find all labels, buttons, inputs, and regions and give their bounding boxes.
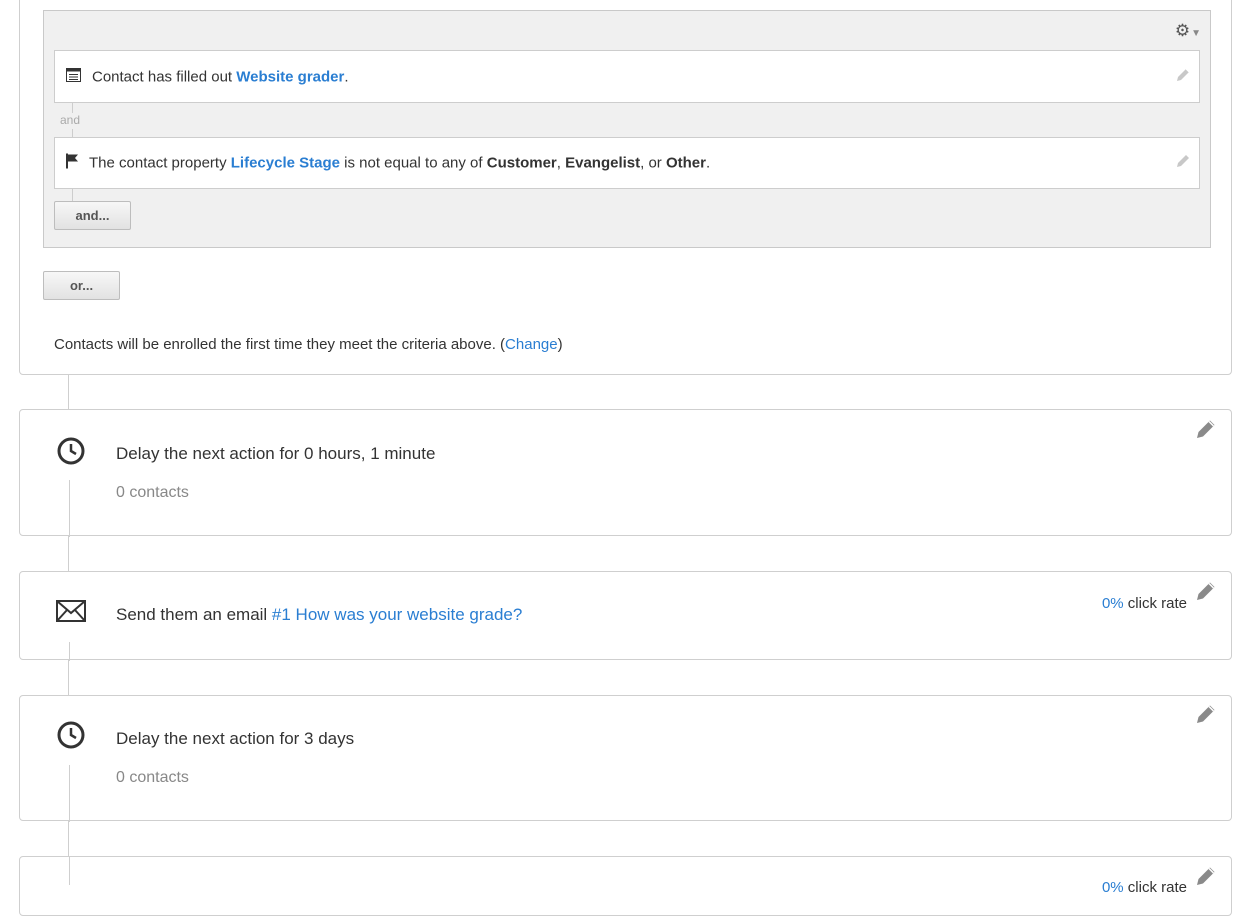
criteria-form-submission: Contact has filled out Website grader. [54,50,1200,103]
workflow-step-email[interactable]: 0% click rate [19,856,1232,916]
flag-icon [66,153,79,173]
step-description: Delay the next action for 0 hours, 1 min… [116,444,436,463]
step-contact-count: 0 contacts [116,769,189,786]
edit-pencil-icon[interactable] [1195,418,1217,445]
workflow-step-email[interactable]: Send them an email #1 How was your websi… [19,571,1232,661]
clock-icon [56,720,86,755]
edit-pencil-icon[interactable] [1175,153,1191,173]
change-enrollment-link[interactable]: Change [505,336,558,353]
connector-line [68,375,69,410]
connector-line [68,660,69,695]
criteria-text: The contact property Lifecycle Stage is … [89,154,711,172]
connector-line [69,765,70,822]
envelope-icon [56,600,86,627]
step-contact-count: 0 contacts [116,484,189,501]
property-value: Other [665,154,706,172]
add-or-criteria-button[interactable]: or... [43,271,120,300]
click-rate-value[interactable]: 0% [1102,879,1124,896]
property-link[interactable]: Lifecycle Stage [231,155,340,172]
edit-pencil-icon[interactable] [1195,703,1217,730]
connector-line [68,821,69,856]
connector-line [68,536,69,571]
criteria-contact-property: The contact property Lifecycle Stage is … [54,137,1200,189]
add-and-criteria-button[interactable]: and... [54,201,131,230]
click-rate: 0% click rate [1101,595,1187,612]
enrollment-trigger-card: ⚙▼ Contact has filled out Website grader… [19,0,1232,375]
click-rate: 0% click rate [1101,879,1187,896]
step-description: Delay the next action for 3 days [116,729,355,748]
workflow-step-delay[interactable]: Delay the next action for 3 days 0 conta… [19,695,1232,822]
form-link[interactable]: Website grader [236,68,344,85]
edit-pencil-icon[interactable] [1175,67,1191,87]
workflow-step-delay[interactable]: Delay the next action for 0 hours, 1 min… [19,409,1232,537]
edit-pencil-icon[interactable] [1195,580,1217,607]
step-description: Send them an email #1 How was your websi… [116,605,523,624]
edit-pencil-icon[interactable] [1195,865,1217,892]
form-icon [66,67,81,86]
connector-line [69,480,70,537]
enrollment-note: Contacts will be enrolled the first time… [54,336,563,353]
criteria-text: Contact has filled out Website grader. [92,68,349,85]
and-connector-label: and [60,113,81,127]
caret-down-icon: ▼ [1191,28,1201,39]
connector-line [69,857,70,885]
email-link[interactable]: #1 How was your website grade? [272,605,522,624]
and-connector-line [72,103,73,113]
property-value: Evangelist [565,154,641,172]
clock-icon [56,436,86,471]
click-rate-value[interactable]: 0% [1102,595,1124,612]
property-value: Customer [486,154,557,172]
gear-icon[interactable]: ⚙▼ [1175,22,1201,39]
and-connector-line [72,189,73,201]
and-connector-line [72,129,73,137]
connector-line [69,642,70,661]
criteria-group: ⚙▼ Contact has filled out Website grader… [43,10,1211,248]
